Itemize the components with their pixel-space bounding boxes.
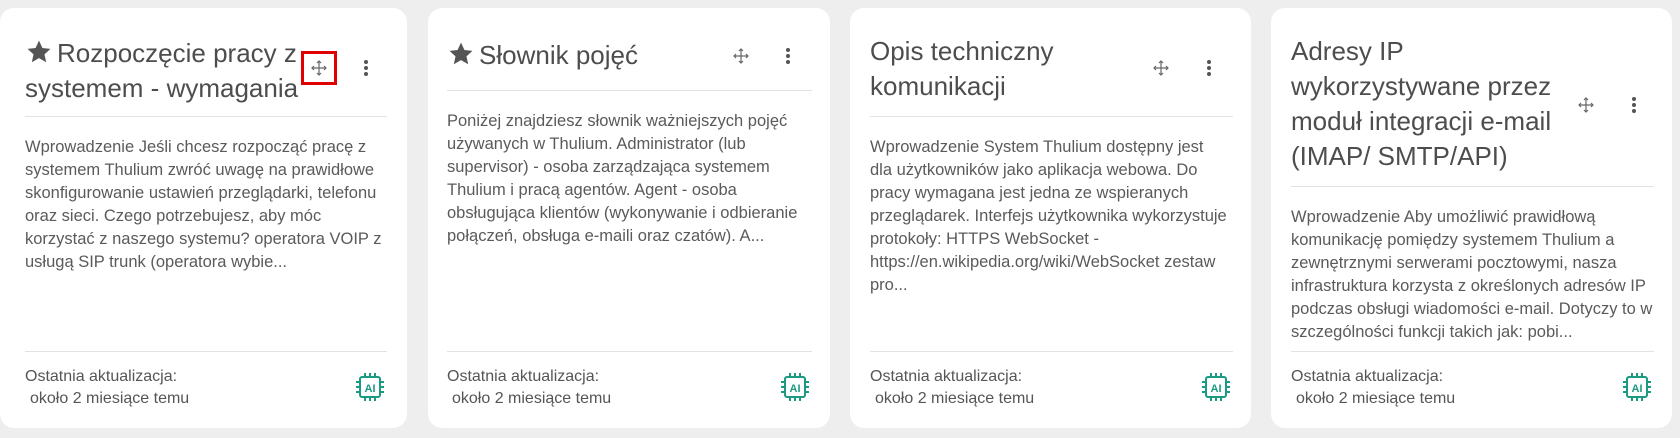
- divider: [1291, 186, 1654, 187]
- more-options-button[interactable]: [352, 54, 380, 82]
- divider: [870, 351, 1233, 352]
- ai-chip-icon: AI: [781, 373, 809, 401]
- card-description: Poniżej znajdziesz słownik ważniejszych …: [447, 112, 798, 245]
- more-vertical-icon: [1632, 97, 1636, 113]
- article-card[interactable]: Słownik pojęć Poniżej znajdziesz słownik…: [428, 8, 830, 428]
- last-update-label: Ostatnia aktualizacja:: [447, 368, 600, 385]
- move-button[interactable]: [727, 42, 755, 70]
- divider: [447, 351, 812, 352]
- svg-text:AI: AI: [790, 383, 801, 395]
- divider: [25, 351, 387, 352]
- ai-chip-icon: AI: [1202, 373, 1230, 401]
- ai-chip-icon: AI: [1623, 373, 1651, 401]
- more-options-button[interactable]: [1620, 91, 1648, 119]
- last-update-label: Ostatnia aktualizacja:: [870, 368, 1023, 385]
- ai-chip-icon: AI: [356, 373, 384, 401]
- move-button[interactable]: [1572, 91, 1600, 119]
- more-options-button[interactable]: [774, 42, 802, 70]
- move-icon: [1153, 60, 1169, 76]
- star-icon[interactable]: [25, 38, 53, 66]
- card-title[interactable]: Adresy IP wykorzystywane przez moduł int…: [1291, 34, 1551, 174]
- last-update-value: około 2 miesiące temu: [875, 390, 1035, 407]
- card-description: Wprowadzenie System Thulium dostępny jes…: [870, 138, 1227, 294]
- svg-text:AI: AI: [1211, 383, 1222, 395]
- card-title[interactable]: Rozpoczęcie pracy z systemem - wymagania: [25, 36, 298, 106]
- move-icon: [733, 48, 749, 64]
- divider: [447, 90, 812, 91]
- divider: [870, 116, 1233, 117]
- card-description: Wprowadzenie Aby umożliwić prawidłową ko…: [1291, 208, 1653, 341]
- move-icon: [311, 60, 327, 76]
- more-vertical-icon: [786, 48, 790, 64]
- card-title[interactable]: Opis techniczny komunikacji: [870, 34, 1054, 104]
- more-vertical-icon: [364, 60, 368, 76]
- more-vertical-icon: [1207, 60, 1211, 76]
- last-update-label: Ostatnia aktualizacja:: [1291, 368, 1444, 385]
- last-update-value: około 2 miesiące temu: [30, 390, 190, 407]
- divider: [1291, 351, 1654, 352]
- card-title[interactable]: Słownik pojęć: [447, 38, 638, 73]
- last-update-value: około 2 miesiące temu: [452, 390, 612, 407]
- star-icon[interactable]: [447, 40, 475, 68]
- svg-text:AI: AI: [365, 383, 376, 395]
- move-button[interactable]: [1147, 54, 1175, 82]
- article-card[interactable]: Rozpoczęcie pracy z systemem - wymagania…: [0, 8, 407, 428]
- more-options-button[interactable]: [1195, 54, 1223, 82]
- article-card[interactable]: Opis techniczny komunikacji Wprowadzenie…: [850, 8, 1251, 428]
- last-update-value: około 2 miesiące temu: [1296, 390, 1456, 407]
- move-icon: [1578, 97, 1594, 113]
- move-button[interactable]: [301, 51, 337, 85]
- svg-text:AI: AI: [1632, 383, 1643, 395]
- article-card[interactable]: Adresy IP wykorzystywane przez moduł int…: [1271, 8, 1672, 428]
- divider: [25, 116, 387, 117]
- card-description: Wprowadzenie Jeśli chcesz rozpocząć prac…: [25, 138, 382, 271]
- last-update-label: Ostatnia aktualizacja:: [25, 368, 178, 385]
